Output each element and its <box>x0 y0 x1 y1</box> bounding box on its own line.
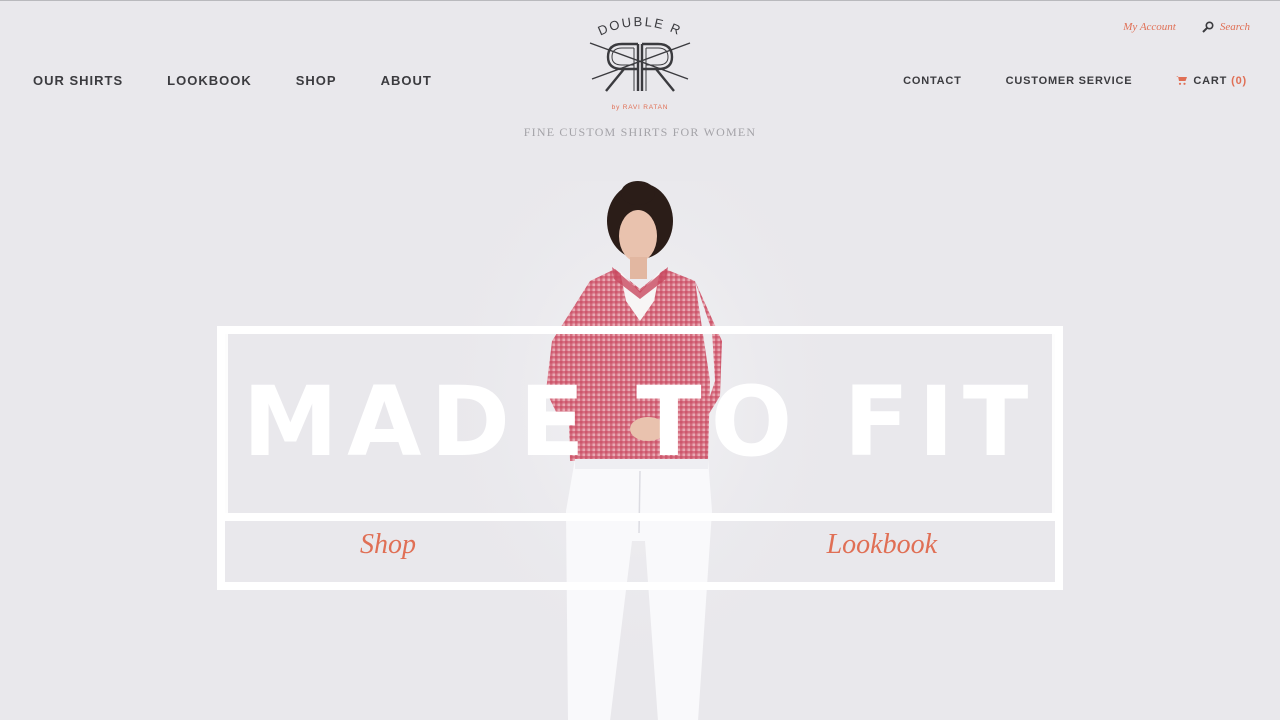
double-r-logo-icon: DOUBLE R by RAVI RATAN <box>589 14 691 111</box>
brand-tagline: FINE CUSTOM SHIRTS FOR WOMEN <box>523 125 757 139</box>
logo-wordmark: DOUBLE R <box>596 14 683 38</box>
brand-logo[interactable]: DOUBLE R by RAVI RATAN <box>580 14 700 117</box>
utility-links: My Account Search <box>1123 21 1250 33</box>
search-link[interactable]: Search <box>1202 21 1250 33</box>
nav-our-shirts[interactable]: OUR SHIRTS <box>33 73 123 88</box>
cart-count: (0) <box>1231 75 1247 87</box>
hero-banner: MADE TO FIT Shop Lookbook <box>217 326 1063 590</box>
nav-about[interactable]: ABOUT <box>381 73 432 88</box>
cart-label: CART <box>1193 75 1228 87</box>
nav-shop[interactable]: SHOP <box>296 73 337 88</box>
hero-shop-link[interactable]: Shop <box>360 529 416 561</box>
hero-divider <box>225 513 1055 521</box>
svg-text:DOUBLE R: DOUBLE R <box>596 17 685 38</box>
main-nav: OUR SHIRTS LOOKBOOK SHOP ABOUT <box>33 73 432 88</box>
search-label: Search <box>1219 21 1250 33</box>
logo-byline: by RAVI RATAN <box>612 104 669 111</box>
hero-title: MADE TO FIT <box>242 366 1038 478</box>
nav-contact[interactable]: CONTACT <box>903 75 962 87</box>
secondary-nav: CONTACT CUSTOMER SERVICE CART (0) <box>903 75 1247 87</box>
nav-lookbook[interactable]: LOOKBOOK <box>167 73 252 88</box>
my-account-link[interactable]: My Account <box>1123 21 1176 33</box>
cart-link[interactable]: CART (0) <box>1176 75 1247 87</box>
nav-customer-service[interactable]: CUSTOMER SERVICE <box>1006 75 1133 87</box>
search-icon <box>1202 21 1214 33</box>
hero-lookbook-link[interactable]: Lookbook <box>827 529 937 561</box>
cart-icon <box>1176 76 1188 85</box>
